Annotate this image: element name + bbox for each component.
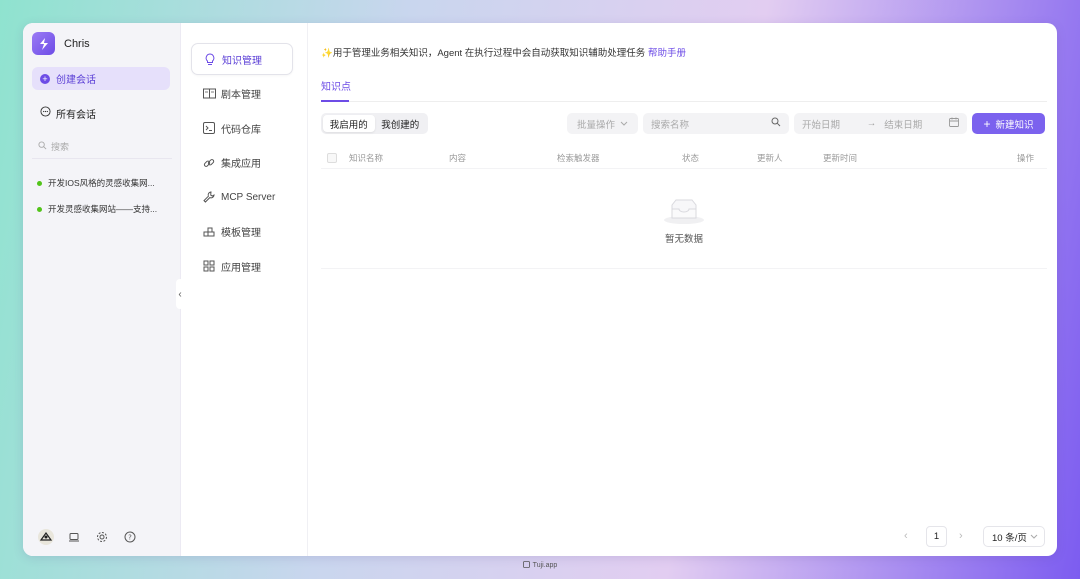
page-number[interactable]: 1	[926, 526, 947, 547]
tab-knowledge-points[interactable]: 知识点	[321, 78, 351, 93]
help-manual-link[interactable]: 帮助手册	[648, 48, 686, 59]
new-knowledge-button[interactable]: + 新建知识	[972, 113, 1045, 134]
gear-icon[interactable]	[88, 531, 116, 543]
nav-item-label: MCP Server	[221, 191, 276, 203]
filter-segmented-control: 我启用的 我创建的	[321, 113, 428, 134]
brand: Chris	[32, 32, 90, 55]
main-content: ✨用于管理业务相关知识，Agent 在执行过程中会自动获取知识辅助处理任务 帮助…	[321, 23, 1047, 556]
column-header: 知识名称	[349, 152, 384, 163]
all-chats-label: 所有会话	[56, 109, 96, 121]
sidebar-collapse-handle[interactable]: ‹	[176, 279, 184, 309]
nav-item-knowledge[interactable]: 知识管理	[191, 43, 293, 75]
user-name[interactable]: Chris	[64, 38, 90, 50]
chevron-left-icon[interactable]: ‹	[904, 530, 908, 542]
status-dot	[37, 206, 42, 212]
search-placeholder: 搜索名称	[651, 119, 690, 131]
nav-item-label: 应用管理	[221, 262, 261, 274]
intro-description: ✨用于管理业务相关知识，Agent 在执行过程中会自动获取知识辅助处理任务	[321, 48, 646, 59]
chevron-down-icon	[620, 118, 628, 129]
link-icon	[202, 157, 216, 169]
sidebar: Chris + 创建会话 所有会话 搜索 开发IOS风格的灵感收集网... 开发…	[23, 23, 181, 556]
help-icon[interactable]: ?	[116, 531, 144, 543]
module-nav: 知识管理 剧本管理 代码仓库 集成应用 MCP Server 模板管理 应用管理	[191, 43, 293, 285]
app-logo-icon[interactable]	[32, 32, 55, 55]
nav-item-label: 集成应用	[221, 159, 261, 170]
tab-divider	[321, 101, 1047, 102]
sidebar-footer: ?	[32, 528, 144, 546]
empty-state-text: 暂无数据	[664, 234, 703, 245]
segment-created-by-me[interactable]: 我创建的	[375, 115, 427, 132]
nav-item-integrations[interactable]: 集成应用	[191, 147, 293, 179]
arrow-right-icon: →	[866, 118, 877, 129]
wrench-icon	[202, 191, 216, 203]
new-chat-button[interactable]: + 创建会话	[32, 67, 170, 90]
plus-circle-icon: +	[40, 73, 50, 84]
chevron-left-icon: ‹	[178, 288, 182, 300]
column-header: 更新时间	[823, 152, 858, 163]
status-dot	[37, 180, 42, 186]
nav-item-apps[interactable]: 应用管理	[191, 250, 293, 282]
empty-state: 暂无数据	[321, 169, 1047, 269]
bulk-actions-dropdown[interactable]: 批量操作	[567, 113, 638, 134]
table-header: 知识名称 内容 检索触发器 状态 更新人 更新时间 操作	[321, 147, 1047, 169]
history-item-title: 开发灵感收集网站——支持...	[48, 204, 158, 214]
select-all-checkbox[interactable]	[327, 152, 337, 163]
divider	[307, 23, 308, 556]
nav-item-label: 模板管理	[221, 228, 261, 239]
terminal-icon	[202, 122, 216, 134]
nav-item-scripts[interactable]: 剧本管理	[191, 78, 293, 110]
watermark-text: Tuji.app	[532, 562, 558, 569]
sidebar-search-placeholder: 搜索	[51, 142, 70, 152]
bulk-actions-label: 批量操作	[576, 119, 615, 131]
avatar-icon[interactable]	[32, 528, 60, 546]
nav-item-label: 知识管理	[222, 55, 262, 67]
template-icon	[202, 226, 216, 238]
nav-item-mcp-server[interactable]: MCP Server	[191, 181, 293, 213]
chevron-down-icon	[1030, 531, 1038, 542]
column-header: 状态	[682, 152, 700, 163]
app-mark-icon	[522, 561, 530, 570]
tab-active-indicator	[321, 100, 349, 102]
nav-item-label: 剧本管理	[221, 90, 261, 101]
page-size-value: 10 条/页	[992, 532, 1027, 544]
pagination: ‹ 1 › 10 条/页	[321, 526, 1047, 548]
nav-item-code-repo[interactable]: 代码仓库	[191, 112, 293, 144]
page-size-select[interactable]: 10 条/页	[983, 526, 1045, 547]
watermark: Tuji.app	[0, 561, 1080, 570]
column-header: 更新人	[757, 152, 783, 163]
history-item-title: 开发IOS风格的灵感收集网...	[48, 178, 155, 188]
chevron-right-icon[interactable]: ›	[959, 530, 963, 542]
new-knowledge-label: 新建知识	[995, 119, 1034, 131]
history-item[interactable]: 开发IOS风格的灵感收集网...	[37, 177, 155, 189]
sidebar-search[interactable]: 搜索	[38, 140, 69, 153]
app-window: Chris + 创建会话 所有会话 搜索 开发IOS风格的灵感收集网... 开发…	[23, 23, 1057, 556]
end-date-input[interactable]: 结束日期	[884, 117, 922, 131]
nav-item-templates[interactable]: 模板管理	[191, 216, 293, 248]
lightbulb-icon	[203, 52, 217, 66]
search-icon[interactable]	[771, 117, 781, 130]
name-search-input[interactable]: 搜索名称	[643, 113, 789, 134]
divider	[32, 158, 172, 159]
column-header: 内容	[449, 152, 467, 163]
segment-enabled-by-me[interactable]: 我启用的	[323, 115, 375, 132]
all-chats-item[interactable]: 所有会话	[32, 103, 170, 123]
laptop-icon[interactable]	[60, 531, 88, 543]
svg-text:?: ?	[128, 534, 132, 542]
column-header: 操作	[1017, 152, 1035, 163]
new-chat-label: 创建会话	[56, 75, 96, 86]
plus-icon: +	[983, 116, 991, 131]
nav-item-label: 代码仓库	[221, 124, 261, 136]
history-item[interactable]: 开发灵感收集网站——支持...	[37, 203, 157, 215]
date-range-picker[interactable]: 开始日期 → 结束日期	[794, 113, 967, 134]
start-date-input[interactable]: 开始日期	[802, 117, 840, 131]
column-header: 检索触发器	[557, 152, 600, 163]
intro-text: ✨用于管理业务相关知识，Agent 在执行过程中会自动获取知识辅助处理任务 帮助…	[321, 45, 686, 59]
empty-inbox-icon	[662, 197, 706, 228]
calendar-icon	[949, 117, 959, 130]
search-icon	[38, 141, 47, 152]
chat-bubble-icon	[40, 106, 51, 120]
book-icon	[202, 88, 216, 99]
grid-icon	[202, 260, 216, 272]
